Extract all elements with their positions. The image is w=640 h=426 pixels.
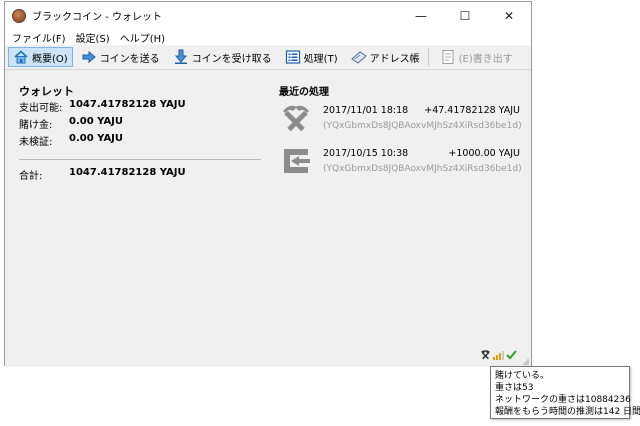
transaction-date: 2017/10/15 10:38 [323, 148, 409, 159]
mined-pickaxe-icon [279, 101, 313, 135]
wallet-heading: ウォレット [19, 85, 74, 98]
window-title: ブラックコイン - ウォレット [32, 12, 162, 23]
recent-transactions-heading: 最近の処理 [279, 87, 329, 98]
transaction-address: (YQxGbmxDs8JQBAoxvMJhSz4XiRsd36be1d) [323, 121, 522, 131]
address-book-button[interactable]: アドレス帳 [346, 47, 425, 67]
toolbar: 概要(O) コインを送る コインを受け取る 処理(T) アドレス帳 (E)書き出… [5, 45, 531, 70]
window-controls: — ☐ ✕ [399, 2, 531, 29]
stake-value: 0.00 YAJU [69, 116, 124, 127]
transaction-item[interactable]: 2017/11/01 18:18 +47.41782128 YAJU (YQxG… [279, 101, 524, 137]
menu-file[interactable]: ファイル(F) [7, 30, 71, 45]
overview-panel: ウォレット 支出可能: 1047.41782128 YAJU 賭け金: 0.00… [5, 70, 531, 367]
export-label: (E)書き出す [458, 53, 513, 65]
overview-label: 概要(O) [32, 53, 68, 65]
staking-icon[interactable] [480, 349, 491, 363]
send-arrow-icon [81, 49, 97, 65]
address-book-icon [350, 49, 367, 65]
unconfirmed-label: 未検証: [19, 137, 53, 148]
blackcoin-app-icon [12, 8, 26, 23]
transaction-date: 2017/11/01 18:18 [323, 105, 409, 116]
stake-row: 賭け金: 0.00 YAJU [19, 116, 123, 131]
home-icon [13, 49, 29, 65]
menu-help[interactable]: ヘルプ(H) [115, 30, 170, 45]
received-arrow-icon [279, 144, 313, 178]
title-bar: ブラックコイン - ウォレット — ☐ ✕ [5, 2, 531, 29]
tooltip-staking-status: 賭けている。 [495, 371, 550, 381]
receive-arrow-icon [173, 49, 189, 65]
resize-grip[interactable] [521, 357, 529, 365]
minimize-button[interactable]: — [399, 2, 443, 29]
receive-coins-label: コインを受け取る [191, 53, 272, 65]
transaction-amount: +1000.00 YAJU [448, 148, 520, 159]
transaction-address: (YQxGbmxDs8JQBAoxvMJhSz4XiRsd36be1d) [323, 164, 522, 174]
stake-label: 賭け金: [19, 120, 53, 131]
spendable-label: 支出可能: [19, 103, 63, 114]
spendable-value: 1047.41782128 YAJU [69, 99, 186, 110]
menu-bar: ファイル(F) 設定(S) ヘルプ(H) [5, 29, 531, 45]
send-coins-button[interactable]: コインを送る [76, 47, 165, 67]
transaction-item[interactable]: 2017/10/15 10:38 +1000.00 YAJU (YQxGbmxD… [279, 144, 524, 180]
synced-check-icon[interactable] [506, 349, 517, 363]
total-label: 合計: [19, 171, 43, 182]
transactions-label: 処理(T) [303, 53, 338, 65]
transactions-button[interactable]: 処理(T) [280, 47, 343, 67]
export-button[interactable]: (E)書き出す [435, 47, 518, 67]
toolbar-separator [427, 48, 429, 66]
wallet-window: ブラックコイン - ウォレット — ☐ ✕ ファイル(F) 設定(S) ヘルプ(… [4, 1, 532, 367]
transaction-list-icon [285, 49, 301, 65]
staking-tooltip: 賭けている。 重さは53 ネットワークの重さは10884236 報酬をもらう時間… [490, 366, 640, 419]
total-value: 1047.41782128 YAJU [69, 167, 186, 178]
transaction-amount: +47.41782128 YAJU [424, 105, 520, 116]
address-book-label: アドレス帳 [369, 53, 420, 65]
tooltip-weight: 重さは53 [495, 383, 534, 393]
unconfirmed-value: 0.00 YAJU [69, 133, 124, 144]
connections-signal-icon[interactable] [493, 349, 504, 363]
tooltip-network-weight: ネットワークの重さは10884236 [495, 395, 631, 405]
balance-divider [19, 159, 261, 160]
unconfirmed-row: 未検証: 0.00 YAJU [19, 133, 123, 148]
receive-coins-button[interactable]: コインを受け取る [168, 47, 277, 67]
menu-settings[interactable]: 設定(S) [71, 30, 115, 45]
tooltip-expected-time: 報酬をもらう時間の推測は142 日間 [495, 407, 640, 417]
maximize-button[interactable]: ☐ [443, 2, 487, 29]
overview-button[interactable]: 概要(O) [8, 47, 73, 67]
close-button[interactable]: ✕ [487, 2, 531, 29]
status-bar-icons [480, 349, 517, 363]
send-coins-label: コインを送る [99, 53, 160, 65]
export-document-icon [440, 49, 456, 65]
total-row: 合計: 1047.41782128 YAJU [19, 167, 186, 182]
spendable-row: 支出可能: 1047.41782128 YAJU [19, 99, 186, 114]
